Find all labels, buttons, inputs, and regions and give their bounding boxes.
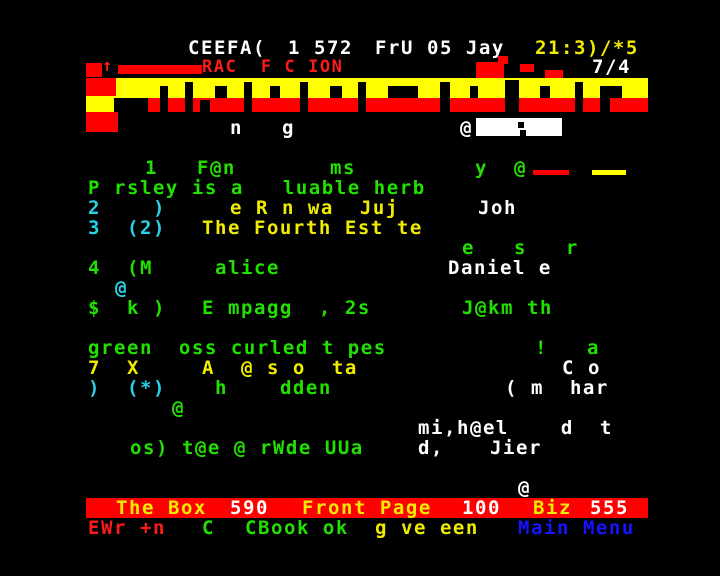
fastext-blue[interactable]: Main Menu: [518, 518, 635, 538]
list-item: 7 X A @ s o ta C o: [88, 357, 601, 379]
fastext-green[interactable]: CBook ok: [245, 518, 349, 538]
list-item: P rsley is a luable herb: [88, 177, 426, 199]
list-item: ) (*) h dden ( m har: [88, 377, 609, 399]
list-item: @: [518, 477, 531, 499]
page-number: 1 572: [288, 37, 353, 59]
list-item: @: [172, 397, 185, 419]
list-item: green oss curled t pes ! a: [88, 337, 600, 359]
list-item: $ k ) E mpagg , 2s J@km th: [88, 297, 553, 319]
promo-biz-label[interactable]: Biz: [533, 498, 572, 518]
promo-front-label[interactable]: Front Page: [302, 498, 432, 518]
subheader-row: n g @: [0, 118, 720, 138]
list-item: os) t@e @ rWde UUa d, Jier: [130, 437, 542, 459]
date: FrU 05 Jay: [375, 37, 505, 59]
list-item: e s r: [462, 237, 579, 259]
promo-box-page[interactable]: 590: [230, 498, 269, 518]
fastext-red[interactable]: EWr +n: [88, 518, 166, 538]
subheader-text: n g: [230, 117, 295, 139]
list-item: mi,h@el d t: [418, 417, 613, 439]
promo-bar: The Box 590 Front Page 100 Biz 555: [0, 498, 720, 518]
subheader-marker: @: [460, 117, 473, 139]
arrow-up-icon: ↑: [102, 56, 114, 76]
list-item: 4 (M alice Daniel e: [88, 257, 552, 279]
list-item: 2 ) e R n wa Juj Joh: [88, 197, 517, 219]
fastext-green-a[interactable]: C: [202, 518, 215, 538]
fastext-row: EWr +n C CBook ok g ve een Main Menu: [0, 518, 720, 538]
service-name: CEEFA(: [188, 37, 266, 59]
teletext-screen: CEEFA( 1 572 FrU 05 Jay 21:3)/*5 ↑ RAC F…: [0, 0, 720, 576]
banner-title-fragment: RAC F C ION: [202, 57, 344, 77]
list-item: 1 F@n ms y @: [0, 158, 720, 178]
list-item: 3 (2) The Fourth Est te: [88, 217, 423, 239]
promo-biz-page[interactable]: 555: [590, 498, 629, 518]
list-item: @: [115, 277, 128, 299]
promo-front-page[interactable]: 100: [462, 498, 501, 518]
subpage-counter: 7/4: [592, 56, 631, 78]
fastext-yellow[interactable]: g ve een: [375, 518, 479, 538]
clock: 21:3)/*5: [535, 37, 639, 59]
promo-box-label[interactable]: The Box: [116, 498, 207, 518]
header-row: CEEFA( 1 572 FrU 05 Jay 21:3)/*5: [0, 38, 720, 58]
